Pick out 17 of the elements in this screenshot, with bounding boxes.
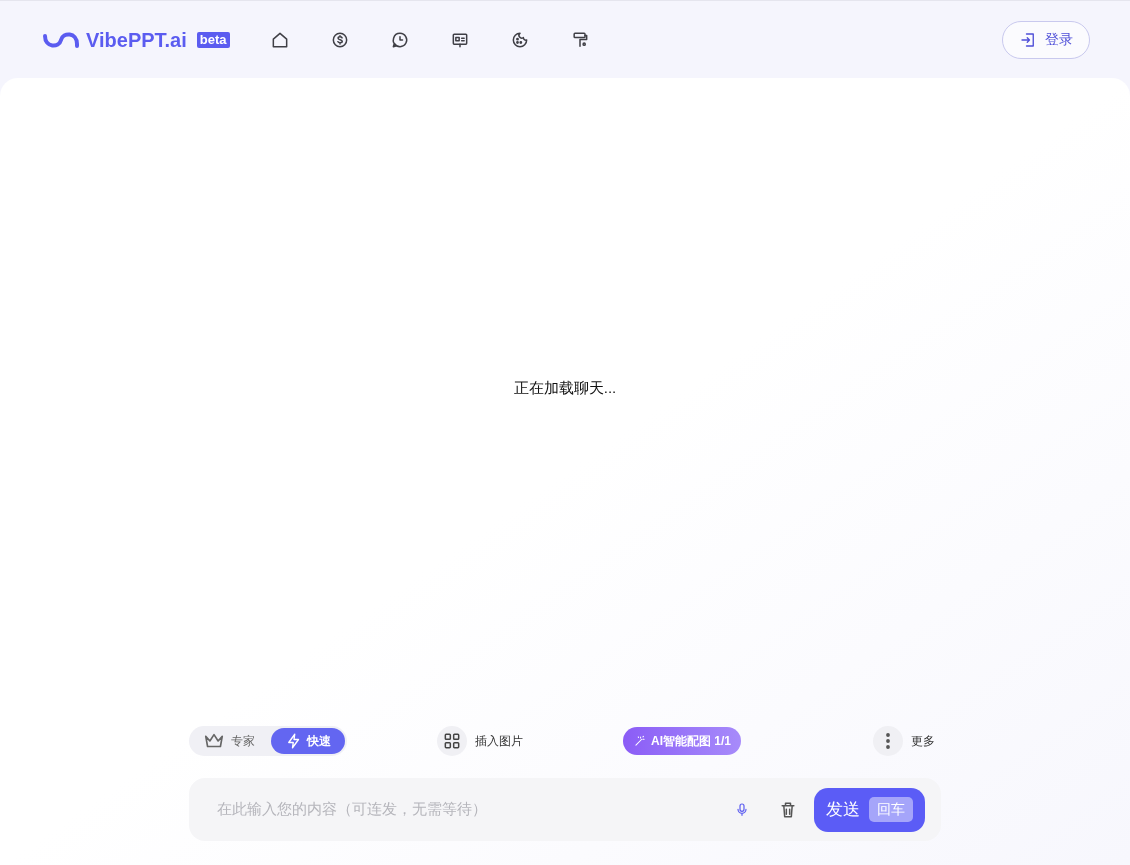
microphone-icon: [734, 801, 750, 818]
mode-tab[interactable]: 快速: [271, 728, 345, 754]
loading-text: 正在加载聊天...: [513, 377, 617, 398]
enter-key-hint: 回车: [869, 797, 913, 822]
message-input[interactable]: 在此输入您的内容（可连发，无需等待）: [217, 798, 730, 821]
login-button[interactable]: 登录: [1002, 20, 1090, 59]
ai-image-button[interactable]: AI智能配图 1/1: [623, 727, 741, 755]
more-button[interactable]: 更多: [873, 726, 935, 756]
mode-tab[interactable]: 专家: [191, 728, 267, 754]
magic-wand-icon: [633, 734, 647, 748]
wave-logo-icon: [42, 30, 80, 49]
logo-text: VibePPT.ai: [86, 27, 187, 53]
login-arrow-icon: [1019, 30, 1037, 49]
beta-badge: beta: [196, 31, 230, 48]
send-button[interactable]: 发送 回车: [814, 787, 925, 832]
vertical-dots-icon: [886, 733, 890, 749]
insert-image-button[interactable]: 插入图片: [437, 726, 523, 756]
